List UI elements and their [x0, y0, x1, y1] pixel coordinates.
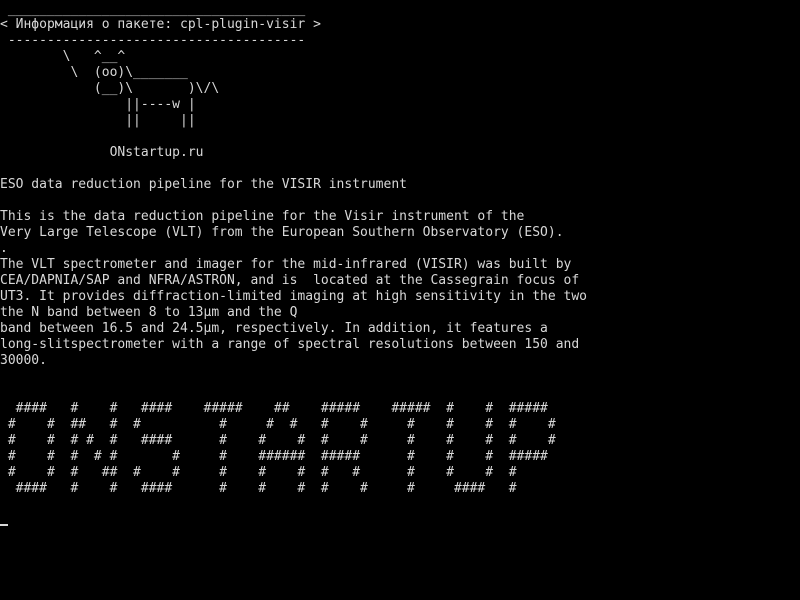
- figlet-banner-line: #### # # #### # # # # # # #### #: [0, 481, 517, 496]
- description-line: UT3. It provides diffraction-limited ima…: [0, 289, 587, 304]
- description-line: the N band between 8 to 13µm and the Q: [0, 305, 298, 320]
- figlet-banner-line: # # # # # # # ###### ##### # # # #####: [0, 449, 548, 464]
- description-line: band between 16.5 and 24.5µm, respective…: [0, 321, 548, 336]
- description-line: The VLT spectrometer and imager for the …: [0, 257, 572, 272]
- text-cursor[interactable]: [0, 524, 8, 526]
- cow-art-line: \ ^__^: [0, 49, 126, 64]
- banner-rule-bottom: --------------------------------------: [0, 33, 306, 48]
- description-line: 30000.: [0, 353, 47, 368]
- description-line: This is the data reduction pipeline for …: [0, 209, 525, 224]
- site-credit: ONstartup.ru: [0, 145, 204, 160]
- description-line: .: [0, 241, 8, 256]
- description-line: ESO data reduction pipeline for the VISI…: [0, 177, 407, 192]
- figlet-banner-line: # # # # # #### # # # # # # # # # #: [0, 433, 556, 448]
- cow-art-line: (__)\ )\/\: [0, 81, 220, 96]
- figlet-banner-line: # # ## # # # # # # # # # # # #: [0, 417, 556, 432]
- figlet-banner-line: # # # ## # # # # # # # # # # #: [0, 465, 517, 480]
- banner-title: < Информация о пакете: cpl-plugin-visir …: [0, 17, 321, 32]
- figlet-banner-line: #### # # #### ##### ## ##### ##### # # #…: [0, 401, 548, 416]
- cow-art-line: || ||: [0, 113, 196, 128]
- banner-rule-top: ______________________________________: [0, 2, 306, 17]
- description-line: CEA/DAPNIA/SAP and NFRA/ASTRON, and is l…: [0, 273, 580, 288]
- cow-art-line: \ (oo)\_______: [0, 65, 188, 80]
- description-line: long-slitspectrometer with a range of sp…: [0, 337, 580, 352]
- cow-art-line: ||----w |: [0, 97, 196, 112]
- description-line: Very Large Telescope (VLT) from the Euro…: [0, 225, 564, 240]
- terminal-screen[interactable]: ______________________________________ <…: [0, 0, 800, 600]
